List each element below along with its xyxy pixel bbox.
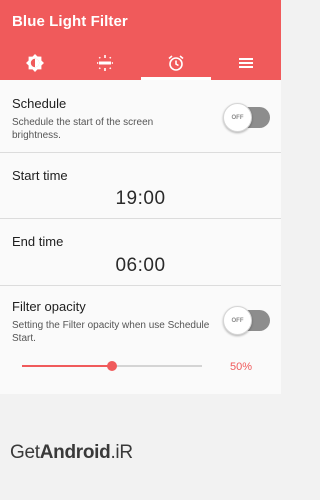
tab-screen-dim[interactable] (70, 46, 140, 80)
filter-opacity-section: Filter opacity Setting the Filter opacit… (0, 286, 281, 394)
watermark-part1: Get (10, 442, 40, 463)
end-time-value[interactable]: 06:00 (0, 255, 281, 277)
start-time-value[interactable]: 19:00 (0, 188, 281, 210)
tab-bar (0, 46, 281, 80)
tab-brightness[interactable] (0, 46, 70, 80)
opacity-percent-label: 50% (230, 361, 253, 373)
schedule-section: Schedule Schedule the start of the scree… (0, 80, 281, 152)
slider-thumb[interactable] (107, 361, 117, 371)
tab-menu[interactable] (211, 46, 281, 80)
screen-dim-icon (96, 54, 114, 72)
schedule-description: Schedule the start of the screen brightn… (12, 117, 154, 141)
end-time-section[interactable]: End time 06:00 (0, 219, 281, 285)
watermark-logo: GetAndroid.iR (10, 442, 133, 464)
filter-opacity-toggle[interactable]: OFF (223, 306, 270, 335)
start-time-label: Start time (12, 168, 68, 183)
brightness-icon (26, 54, 45, 72)
filter-opacity-description: Setting the Filter opacity when use Sche… (12, 320, 210, 344)
opacity-slider[interactable] (22, 360, 202, 372)
watermark-part3: .iR (110, 442, 133, 463)
filter-opacity-title: Filter opacity (12, 299, 86, 314)
schedule-title: Schedule (12, 96, 67, 111)
end-time-label: End time (12, 234, 64, 249)
watermark-part2: Android (39, 442, 111, 463)
slider-fill (22, 365, 112, 367)
filter-opacity-toggle-knob: OFF (223, 306, 252, 335)
schedule-toggle[interactable]: OFF (223, 103, 270, 132)
app-bar: Blue Light Filter (0, 0, 281, 80)
app-title: Blue Light Filter (12, 13, 128, 30)
schedule-toggle-knob: OFF (223, 103, 252, 132)
start-time-section[interactable]: Start time 19:00 (0, 153, 281, 218)
tab-schedule[interactable] (140, 46, 212, 80)
alarm-clock-icon (167, 54, 185, 72)
menu-icon (237, 54, 255, 72)
